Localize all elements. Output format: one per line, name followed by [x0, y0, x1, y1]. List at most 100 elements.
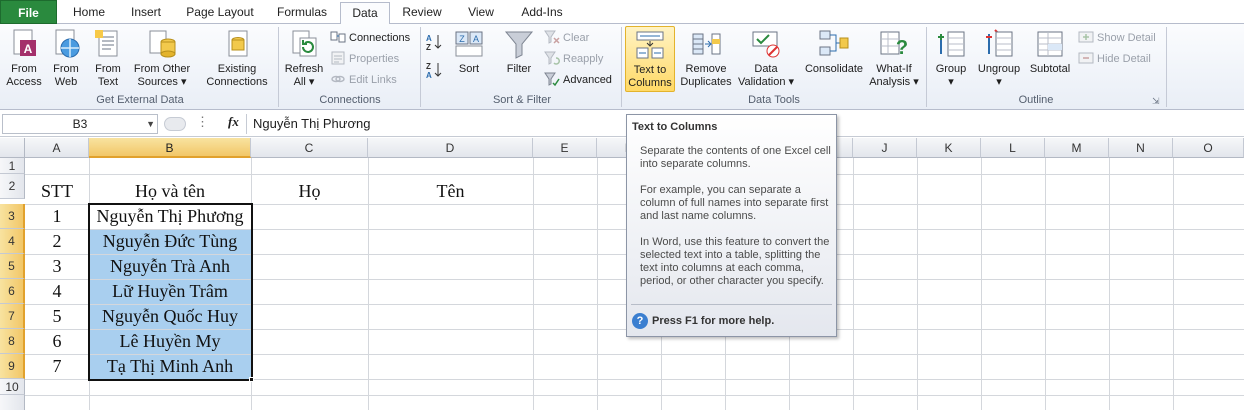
svg-text:A: A: [24, 42, 33, 56]
svg-text:Z: Z: [426, 62, 431, 71]
from-access-label-2: Access: [6, 76, 42, 88]
sort-a-to-z-button[interactable]: AZ: [426, 32, 446, 52]
advanced-filter-button[interactable]: Advanced: [544, 70, 612, 90]
cell-c2-header-last-name[interactable]: Họ: [251, 179, 368, 204]
data-validation-label-2: Validation ▾: [737, 76, 795, 88]
properties-icon: [330, 50, 346, 66]
tab-page-layout[interactable]: Page Layout: [180, 2, 260, 24]
text-to-columns-tooltip: Text to Columns Separate the contents of…: [626, 114, 837, 337]
cell-stt[interactable]: 4: [25, 279, 89, 304]
row-header-5[interactable]: 5: [0, 254, 25, 279]
from-web-label-1: From: [53, 63, 79, 75]
cell-d2-header-first-name[interactable]: Tên: [368, 179, 533, 204]
show-detail-button[interactable]: Show Detail: [1078, 28, 1156, 48]
name-box-dropdown-icon[interactable]: ▼: [146, 115, 155, 133]
hide-detail-button[interactable]: Hide Detail: [1078, 49, 1151, 69]
select-all-corner[interactable]: [0, 138, 25, 158]
sort-button[interactable]: ZA Sort: [452, 26, 486, 90]
cell-stt[interactable]: 7: [25, 354, 89, 379]
ribbon: A From Access From Web From Text From Ot…: [0, 24, 1244, 110]
column-header-o[interactable]: O: [1173, 138, 1244, 158]
tab-home[interactable]: Home: [62, 2, 116, 24]
column-header-n[interactable]: N: [1109, 138, 1173, 158]
from-access-button[interactable]: A From Access: [4, 26, 44, 90]
cell-stt[interactable]: 3: [25, 254, 89, 279]
group-label-sort-filter: Sort & Filter: [492, 94, 552, 106]
filter-button[interactable]: Filter: [500, 26, 538, 90]
remove-duplicates-button[interactable]: Remove Duplicates: [678, 26, 734, 90]
formula-bar-resize-handle[interactable]: [164, 117, 186, 131]
reapply-button[interactable]: Reapply: [544, 49, 603, 69]
cell-stt[interactable]: 1: [25, 204, 89, 229]
group-button[interactable]: Group ▾: [930, 26, 972, 90]
cell-a2-header-stt[interactable]: STT: [25, 179, 89, 204]
properties-label: Properties: [349, 53, 400, 65]
selection-border: [88, 203, 253, 381]
tab-formulas[interactable]: Formulas: [270, 2, 334, 24]
from-web-button[interactable]: From Web: [47, 26, 85, 90]
sort-z-to-a-button[interactable]: ZA: [426, 60, 446, 80]
from-web-label-2: Web: [54, 76, 78, 88]
cell-stt[interactable]: 2: [25, 229, 89, 254]
column-header-c[interactable]: C: [251, 138, 368, 158]
row-header-4[interactable]: 4: [0, 229, 25, 254]
row-header-7[interactable]: 7: [0, 304, 25, 329]
web-globe-icon: [50, 28, 82, 60]
column-header-l[interactable]: L: [981, 138, 1045, 158]
from-other-sources-button[interactable]: From Other Sources ▾: [130, 26, 194, 90]
column-header-e[interactable]: E: [533, 138, 597, 158]
tooltip-paragraph: For example, you can separate a column o…: [640, 184, 829, 222]
row-header-6[interactable]: 6: [0, 279, 25, 304]
row-header-9[interactable]: 9: [0, 354, 25, 379]
row-header-2[interactable]: 2: [0, 174, 25, 199]
insert-function-icon[interactable]: fx: [228, 114, 239, 130]
existing-label-2: Connections: [206, 76, 268, 88]
grid-line: [981, 158, 982, 410]
what-if-label-2: Analysis ▾: [869, 76, 919, 88]
refresh-label-2: All ▾: [293, 76, 315, 88]
tooltip-title: Text to Columns: [632, 121, 718, 133]
cell-b2-header-full-name[interactable]: Họ và tên: [89, 179, 251, 204]
text-to-columns-button[interactable]: Text to Columns: [625, 26, 675, 92]
tab-data[interactable]: Data: [340, 2, 390, 25]
name-box[interactable]: B3 ▼: [2, 114, 158, 134]
cell-stt[interactable]: 5: [25, 304, 89, 329]
row-header-1[interactable]: 1: [0, 158, 25, 174]
hide-detail-label: Hide Detail: [1097, 53, 1151, 65]
clear-filter-button[interactable]: Clear: [544, 28, 589, 48]
edit-links-button[interactable]: Edit Links: [330, 70, 397, 90]
outline-dialog-launcher-icon[interactable]: ⇲: [1152, 96, 1160, 107]
row-header-10[interactable]: 10: [0, 379, 25, 395]
consolidate-button[interactable]: Consolidate: [800, 26, 868, 90]
row-header-11[interactable]: [0, 395, 25, 410]
svg-text:A: A: [426, 34, 432, 43]
formula-bar: B3 ▼ ⋮ fx Nguyễn Thị Phương: [0, 112, 1244, 137]
ungroup-button[interactable]: Ungroup ▾: [974, 26, 1024, 90]
fill-handle[interactable]: [249, 377, 254, 382]
connections-button[interactable]: Connections: [330, 28, 410, 48]
column-header-m[interactable]: M: [1045, 138, 1109, 158]
column-header-j[interactable]: J: [853, 138, 917, 158]
row-header-3[interactable]: 3: [0, 204, 25, 229]
column-header-b[interactable]: B: [89, 138, 251, 158]
properties-button[interactable]: Properties: [330, 49, 399, 69]
tooltip-divider: [631, 304, 832, 305]
tab-file[interactable]: File: [0, 0, 57, 24]
row-header-8[interactable]: 8: [0, 329, 25, 354]
cell-stt[interactable]: 6: [25, 329, 89, 354]
tab-add-ins[interactable]: Add-Ins: [512, 2, 572, 24]
refresh-all-button[interactable]: Refresh All ▾: [282, 26, 326, 90]
from-text-button[interactable]: From Text: [88, 26, 128, 90]
tab-view[interactable]: View: [458, 2, 504, 24]
tab-insert[interactable]: Insert: [118, 2, 174, 24]
column-header-k[interactable]: K: [917, 138, 981, 158]
formula-input[interactable]: Nguyễn Thị Phương: [246, 114, 626, 134]
existing-connections-button[interactable]: Existing Connections: [200, 26, 274, 90]
tab-review[interactable]: Review: [395, 2, 449, 24]
column-header-a[interactable]: A: [25, 138, 89, 158]
column-header-d[interactable]: D: [368, 138, 533, 158]
data-validation-icon: [750, 28, 782, 60]
what-if-analysis-button[interactable]: ? What-If Analysis ▾: [866, 26, 922, 90]
data-validation-button[interactable]: Data Validation ▾: [736, 26, 796, 90]
subtotal-button[interactable]: Subtotal: [1026, 26, 1074, 90]
